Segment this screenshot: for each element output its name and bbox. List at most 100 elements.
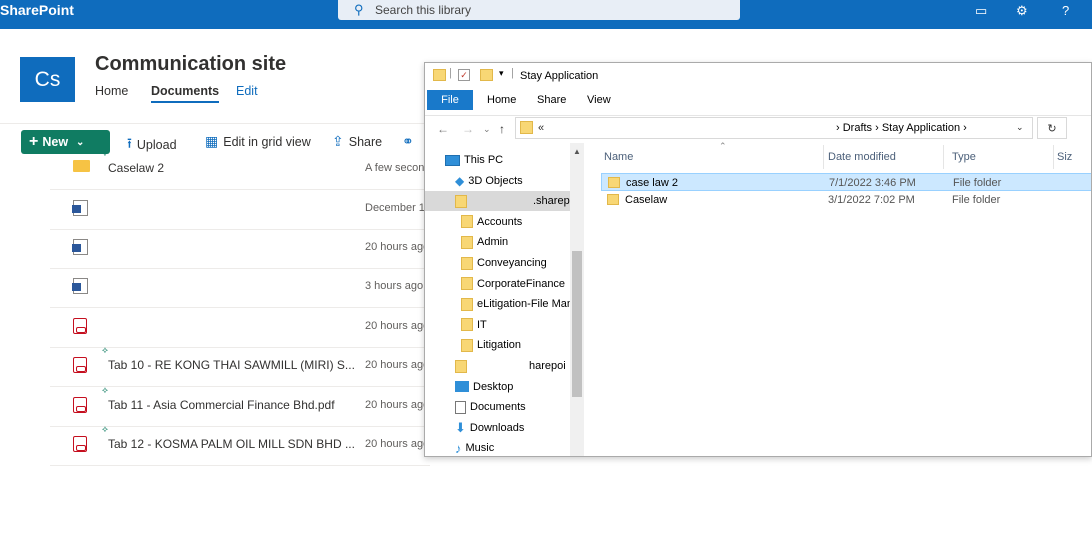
folder-icon bbox=[433, 69, 446, 81]
folder-icon bbox=[607, 194, 619, 205]
file-list-row[interactable]: Caselaw 3/1/2022 7:02 PM File folder bbox=[601, 191, 1091, 209]
nav-item[interactable]: Documents bbox=[425, 397, 570, 417]
folder-icon bbox=[520, 121, 533, 134]
new-item-icon: ⟡ bbox=[102, 424, 108, 434]
nav-item-label: Downloads bbox=[469, 421, 525, 434]
tab-home[interactable]: Home bbox=[487, 94, 516, 106]
file-row[interactable]: ⟡ Tab 10 - RE KONG THAI SAWMILL (MIRI) S.… bbox=[50, 345, 430, 387]
nav-item[interactable]: harepoi bbox=[425, 356, 570, 376]
nav-item[interactable]: Litigation bbox=[425, 335, 570, 355]
address-path[interactable]: › Drafts › Stay Application › bbox=[836, 122, 967, 134]
nav-item[interactable]: Accounts bbox=[425, 212, 570, 232]
nav-item[interactable]: eLitigation-File Man bbox=[425, 294, 570, 314]
new-label: New bbox=[42, 135, 69, 149]
help-icon[interactable]: ? bbox=[1062, 3, 1069, 18]
nav-item[interactable]: ⬇ Downloads bbox=[425, 418, 570, 438]
recent-locations-icon[interactable]: ⌄ bbox=[483, 124, 491, 135]
new-item-icon: ⟡ bbox=[102, 148, 108, 158]
file-row[interactable]: ⟡ Tab 11 - Asia Commercial Finance Bhd.pd… bbox=[50, 385, 430, 427]
chevron-down-icon[interactable]: ⌄ bbox=[1016, 122, 1024, 133]
chat-icon[interactable]: ▭ bbox=[975, 3, 987, 19]
this-pc-icon bbox=[445, 154, 460, 166]
sort-indicator-icon: ⌃ bbox=[719, 141, 727, 151]
column-separator bbox=[1053, 145, 1054, 169]
file-row[interactable]: December 15 bbox=[50, 190, 431, 230]
nav-item-label: 3D Objects bbox=[468, 174, 523, 187]
nav-item[interactable]: ♪ Music bbox=[425, 438, 570, 456]
site-logo[interactable]: Cs bbox=[20, 57, 75, 102]
separator: | bbox=[511, 67, 514, 79]
nav-item[interactable]: Admin bbox=[425, 232, 570, 252]
command-divider bbox=[0, 123, 430, 124]
nav-item-label: IT bbox=[477, 318, 487, 331]
customize-toolbar-icon[interactable]: ▾ bbox=[499, 68, 504, 79]
column-date-modified[interactable]: Date modified bbox=[828, 151, 896, 163]
refresh-button[interactable]: ↻ bbox=[1037, 117, 1067, 139]
link-button[interactable]: ⚭ bbox=[402, 133, 414, 150]
folder-icon bbox=[461, 277, 473, 291]
plus-icon: + bbox=[29, 133, 39, 150]
forward-arrow-icon[interactable]: → bbox=[462, 122, 474, 136]
file-name[interactable]: Caselaw 2 bbox=[108, 161, 164, 175]
nav-documents[interactable]: Documents bbox=[151, 84, 220, 103]
new-folder-icon[interactable] bbox=[480, 69, 493, 81]
file-list-row[interactable]: case law 2 7/1/2022 3:46 PM File folder bbox=[601, 173, 1091, 191]
column-size[interactable]: Siz bbox=[1057, 151, 1072, 163]
nav-item[interactable]: CorporateFinance bbox=[425, 274, 570, 294]
ribbon-tabs: File Home Share View bbox=[425, 90, 1091, 110]
back-arrow-icon[interactable]: ← bbox=[437, 122, 449, 136]
file-name[interactable]: Tab 11 - Asia Commercial Finance Bhd.pdf bbox=[108, 398, 335, 412]
row-type: File folder bbox=[952, 194, 1001, 206]
refresh-icon: ↻ bbox=[1047, 122, 1057, 135]
nav-home[interactable]: Home bbox=[95, 84, 128, 98]
file-name[interactable]: Tab 12 - KOSMA PALM OIL MILL SDN BHD ... bbox=[108, 437, 355, 451]
search-input[interactable]: Search this library bbox=[375, 3, 471, 17]
up-arrow-icon[interactable]: ↑ bbox=[499, 122, 505, 136]
new-item-icon: ⟡ bbox=[102, 345, 108, 355]
new-item-icon: ⟡ bbox=[102, 385, 108, 395]
word-doc-icon bbox=[72, 200, 88, 216]
nav-scroll-thumb[interactable] bbox=[572, 251, 582, 397]
file-explorer-window[interactable]: | ✓ ▾ | Stay Application File Home Share… bbox=[424, 62, 1092, 457]
tab-file[interactable]: File bbox=[427, 90, 473, 110]
edit-grid-button[interactable]: ▦ Edit in grid view bbox=[205, 133, 311, 150]
file-name[interactable]: Tab 10 - RE KONG THAI SAWMILL (MIRI) S..… bbox=[108, 358, 355, 372]
nav-item-label: Documents bbox=[470, 401, 526, 414]
nav-edit[interactable]: Edit bbox=[236, 84, 258, 98]
pdf-icon bbox=[73, 436, 87, 452]
window-title: Stay Application bbox=[520, 70, 599, 82]
nav-item[interactable]: This PC bbox=[425, 150, 570, 170]
file-row[interactable]: ⟡ Caselaw 2 A few second bbox=[50, 148, 430, 190]
address-bar[interactable]: « › Drafts › Stay Application › ⌄ bbox=[515, 117, 1033, 139]
file-row[interactable]: 3 hours ago bbox=[50, 268, 430, 308]
site-title: Communication site bbox=[95, 53, 287, 75]
separator: | bbox=[449, 67, 452, 79]
tab-share[interactable]: Share bbox=[537, 94, 566, 106]
nav-item[interactable]: IT bbox=[425, 315, 570, 335]
scroll-up-icon[interactable]: ▲ bbox=[573, 147, 581, 156]
app-brand[interactable]: SharePoint bbox=[0, 2, 74, 18]
file-row[interactable]: ⟡ Tab 12 - KOSMA PALM OIL MILL SDN BHD ..… bbox=[50, 424, 430, 466]
gear-icon[interactable]: ⚙ bbox=[1016, 3, 1028, 19]
explorer-titlebar: | ✓ ▾ | Stay Application bbox=[425, 63, 1091, 89]
chevron-down-icon: ⌄ bbox=[76, 136, 85, 148]
nav-item[interactable]: Desktop bbox=[425, 377, 570, 397]
file-row[interactable]: 20 hours ago bbox=[50, 308, 430, 348]
column-name[interactable]: Name bbox=[604, 151, 633, 163]
nav-item[interactable]: .sharepoi bbox=[425, 191, 570, 212]
downloads-icon: ⬇ bbox=[455, 419, 466, 435]
properties-icon[interactable]: ✓ bbox=[458, 69, 470, 81]
nav-item-label: Litigation bbox=[477, 339, 522, 352]
tab-view[interactable]: View bbox=[587, 94, 611, 106]
folder-icon bbox=[461, 215, 473, 229]
share-button[interactable]: ⇪ Share bbox=[332, 133, 382, 150]
nav-item[interactable]: Conveyancing bbox=[425, 253, 570, 273]
pdf-icon bbox=[73, 318, 87, 334]
column-type[interactable]: Type bbox=[952, 151, 976, 163]
nav-item-label: .sharepoi bbox=[533, 195, 570, 208]
nav-item-label: CorporateFinance bbox=[477, 277, 566, 290]
nav-item[interactable]: ◆ 3D Objects bbox=[425, 171, 570, 191]
folder-icon bbox=[608, 177, 620, 188]
address-collapse[interactable]: « bbox=[538, 122, 544, 134]
file-row[interactable]: 20 hours ago bbox=[50, 229, 430, 269]
